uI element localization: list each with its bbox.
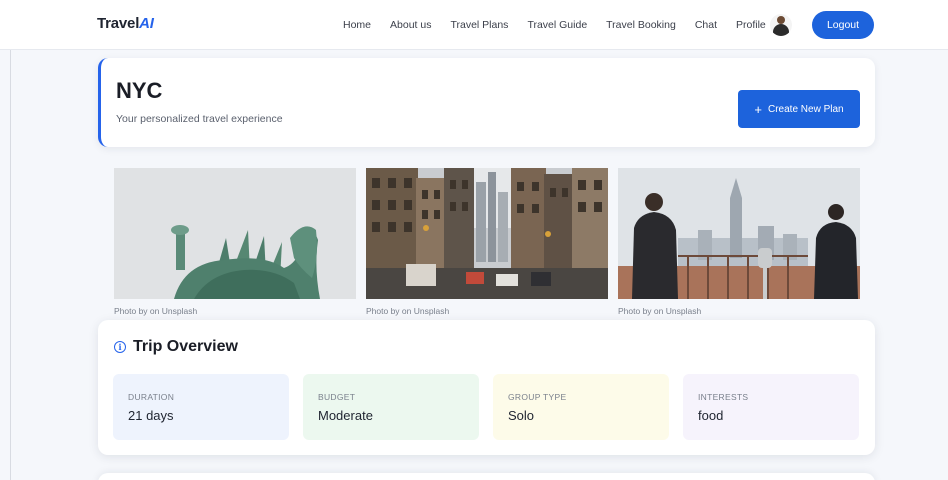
- stat-interests-label: INTERESTS: [698, 392, 749, 402]
- nav-profile[interactable]: Profile: [736, 14, 792, 36]
- page-subtitle: Your personalized travel experience: [116, 113, 283, 125]
- page-title: NYC: [116, 78, 163, 103]
- observation-deck-image: [618, 168, 860, 299]
- trip-overview-title: Trip Overview: [133, 338, 238, 355]
- nav-links: Home About us Travel Plans Travel Guide …: [343, 0, 810, 50]
- create-new-plan-button[interactable]: + Create New Plan: [738, 90, 860, 128]
- photo-credit-2: Photo by on Unsplash: [366, 306, 450, 316]
- brand-logo[interactable]: TravelAI: [97, 15, 154, 32]
- stat-duration-value: 21 days: [128, 408, 174, 423]
- info-icon: i: [114, 341, 126, 353]
- stat-budget: BUDGET Moderate: [303, 374, 479, 440]
- next-section-card: [98, 473, 875, 480]
- nav-link-travel-plans[interactable]: Travel Plans: [450, 19, 508, 31]
- top-navbar: TravelAI Home About us Travel Plans Trav…: [0, 0, 948, 50]
- stat-interests: INTERESTS food: [683, 374, 859, 440]
- brand-name: Travel: [97, 15, 140, 32]
- trip-overview-card: i Trip Overview DURATION 21 days BUDGET …: [98, 320, 875, 455]
- logout-button[interactable]: Logout: [812, 11, 874, 39]
- stat-interests-value: food: [698, 408, 724, 423]
- stat-group-type-value: Solo: [508, 408, 535, 423]
- nav-link-chat[interactable]: Chat: [695, 19, 717, 31]
- photo-observation-deck: [618, 168, 860, 299]
- stat-duration: DURATION 21 days: [113, 374, 289, 440]
- stat-duration-label: DURATION: [128, 392, 175, 402]
- city-street-image: [366, 168, 608, 299]
- nav-link-home[interactable]: Home: [343, 19, 371, 31]
- nav-link-travel-booking[interactable]: Travel Booking: [606, 19, 676, 31]
- photo-city-street: [366, 168, 608, 299]
- nav-profile-label: Profile: [736, 19, 766, 31]
- nav-link-travel-guide[interactable]: Travel Guide: [527, 19, 587, 31]
- avatar: [769, 14, 792, 36]
- statue-of-liberty-image: [114, 168, 356, 299]
- nav-link-about-us[interactable]: About us: [390, 19, 431, 31]
- destination-header-card: NYC Your personalized travel experience …: [98, 58, 875, 147]
- stat-group-type-label: GROUP TYPE: [508, 392, 567, 402]
- stat-group-type: GROUP TYPE Solo: [493, 374, 669, 440]
- plus-icon: +: [754, 101, 762, 117]
- create-new-plan-label: Create New Plan: [768, 103, 844, 115]
- stat-budget-label: BUDGET: [318, 392, 356, 402]
- trip-overview-header: i Trip Overview: [114, 338, 238, 356]
- page-left-border: [10, 0, 11, 480]
- stat-budget-value: Moderate: [318, 408, 373, 423]
- photo-credit-1: Photo by on Unsplash: [114, 306, 198, 316]
- brand-accent: AI: [139, 15, 154, 32]
- photo-credit-3: Photo by on Unsplash: [618, 306, 702, 316]
- photo-statue-of-liberty: [114, 168, 356, 299]
